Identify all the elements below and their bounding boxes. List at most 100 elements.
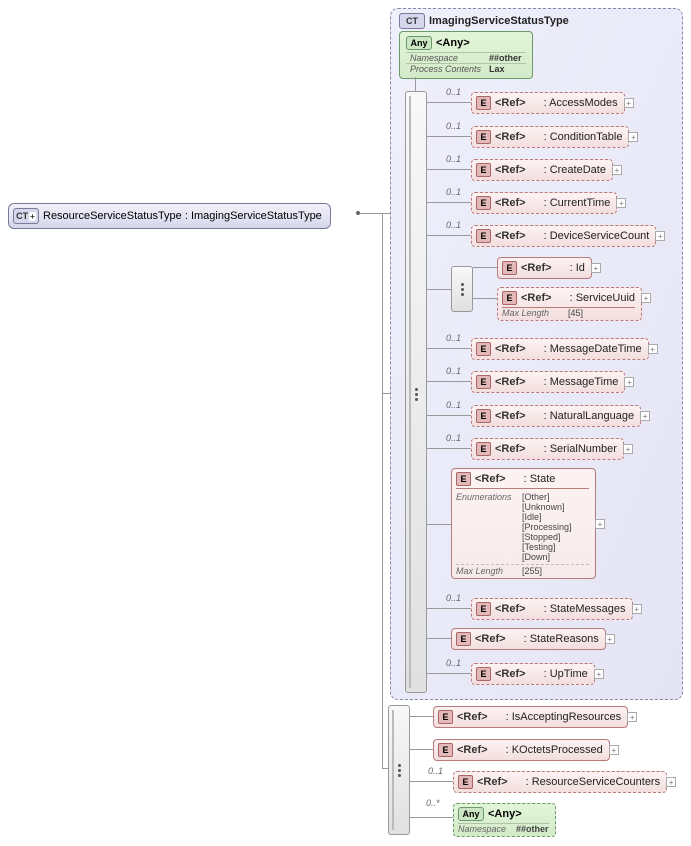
- element-badge-icon: E: [476, 96, 491, 110]
- element-badge-icon: E: [476, 163, 491, 177]
- container-title-text: ImagingServiceStatusType: [429, 15, 569, 27]
- connector-line: [427, 381, 471, 382]
- connector-line: [427, 415, 471, 416]
- connector-line: [382, 393, 390, 394]
- expand-toggle[interactable]: +: [591, 263, 601, 273]
- ref-currenttime: E <Ref> : CurrentTime +: [471, 192, 617, 214]
- cardinality: 0..1: [446, 154, 461, 164]
- expand-toggle[interactable]: +: [648, 344, 658, 354]
- ref-koctetsprocessed: E <Ref> : KOctetsProcessed +: [433, 739, 610, 761]
- sequence-box-bottom: [388, 705, 410, 835]
- expand-toggle[interactable]: +: [655, 231, 665, 241]
- ref-keyword: <Ref>: [495, 131, 526, 143]
- cardinality: 0..1: [446, 87, 461, 97]
- expand-toggle[interactable]: +: [623, 444, 633, 454]
- expand-toggle[interactable]: +: [594, 669, 604, 679]
- element-badge-icon: E: [502, 261, 517, 275]
- expand-toggle[interactable]: +: [624, 98, 634, 108]
- expand-toggle[interactable]: +: [612, 165, 622, 175]
- connector-line: [410, 817, 453, 818]
- ref-keyword: <Ref>: [495, 164, 526, 176]
- expand-toggle[interactable]: +: [624, 377, 634, 387]
- ref-resourceservicecounters: E <Ref> : ResourceServiceCounters +: [453, 771, 667, 793]
- ct-badge-icon: CT: [399, 13, 425, 29]
- connector-line: [427, 673, 471, 674]
- connector-line: [427, 608, 471, 609]
- element-badge-icon: E: [476, 229, 491, 243]
- expand-toggle[interactable]: +: [666, 777, 676, 787]
- ref-state: E <Ref> : State Enumerations [Other] [Un…: [451, 468, 596, 579]
- any-block-bottom: Any <Any> Namespace ##other: [453, 803, 556, 837]
- cardinality: 0..1: [446, 658, 461, 668]
- ref-keyword: <Ref>: [495, 376, 526, 388]
- ct-resource-service-status: CT+ ResourceServiceStatusType : ImagingS…: [8, 203, 331, 229]
- connector-line: [427, 289, 451, 290]
- ref-keyword: <Ref>: [495, 230, 526, 242]
- cardinality: 0..1: [446, 220, 461, 230]
- expand-toggle[interactable]: +: [605, 634, 615, 644]
- any-table: Namespace##other Process ContentsLax: [406, 52, 526, 74]
- cardinality: 0..1: [446, 187, 461, 197]
- element-badge-icon: E: [502, 291, 517, 305]
- ref-serviceuuid: E <Ref> : ServiceUuid Max Length [45] +: [497, 287, 642, 321]
- ref-keyword: <Ref>: [475, 473, 506, 485]
- element-badge-icon: E: [438, 743, 453, 757]
- ref-keyword: <Ref>: [477, 776, 508, 788]
- connector-line: [427, 102, 471, 103]
- choice-box: [451, 266, 473, 312]
- ref-isacceptingresources: E <Ref> : IsAcceptingResources +: [433, 706, 628, 728]
- sequence-box: [405, 91, 427, 693]
- any-badge-icon: Any: [458, 807, 484, 821]
- ref-keyword: <Ref>: [495, 603, 526, 615]
- ref-keyword: <Ref>: [521, 262, 552, 274]
- ref-keyword: <Ref>: [457, 744, 488, 756]
- connector-line: [427, 524, 451, 525]
- connector-line: [427, 169, 471, 170]
- connector-line: [382, 213, 383, 393]
- any-label: <Any>: [488, 808, 522, 820]
- ref-keyword: <Ref>: [457, 711, 488, 723]
- ref-keyword: <Ref>: [521, 292, 552, 304]
- expand-toggle[interactable]: +: [595, 519, 605, 529]
- ct-label: ResourceServiceStatusType : ImagingServi…: [43, 210, 322, 222]
- expand-toggle[interactable]: +: [632, 604, 642, 614]
- cardinality: 0..1: [446, 400, 461, 410]
- expand-toggle[interactable]: +: [628, 132, 638, 142]
- ref-naturallanguage: E <Ref> : NaturalLanguage +: [471, 405, 641, 427]
- container-title: CT ImagingServiceStatusType: [399, 11, 674, 33]
- ref-id: E <Ref> : Id +: [497, 257, 592, 279]
- diagram-root: CT + ResourceServiceStatusType : ImagingS…: [8, 8, 683, 838]
- ref-serialnumber: E <Ref> : SerialNumber +: [471, 438, 624, 460]
- element-badge-icon: E: [476, 409, 491, 423]
- connector-line: [415, 77, 416, 91]
- expand-toggle[interactable]: +: [641, 293, 651, 303]
- connector-line: [382, 393, 383, 768]
- connector-line: [410, 716, 433, 717]
- element-badge-icon: E: [456, 632, 471, 646]
- any-label: <Any>: [436, 37, 470, 49]
- connector-line: [427, 348, 471, 349]
- connector-line: [427, 136, 471, 137]
- element-badge-icon: E: [476, 375, 491, 389]
- any-badge-icon: Any: [406, 36, 432, 50]
- expand-toggle[interactable]: +: [616, 198, 626, 208]
- cardinality: 0..1: [446, 593, 461, 603]
- element-badge-icon: E: [476, 602, 491, 616]
- imaging-service-status-container: CT ImagingServiceStatusType Any <Any> Na…: [390, 8, 683, 700]
- ref-accessmodes: E <Ref> : AccessModes +: [471, 92, 625, 114]
- ref-messagedatetime: E <Ref> : MessageDateTime +: [471, 338, 649, 360]
- ref-statemessages: E <Ref> : StateMessages +: [471, 598, 633, 620]
- any-block: Any <Any> Namespace##other Process Conte…: [399, 31, 533, 79]
- ref-keyword: <Ref>: [495, 343, 526, 355]
- expand-toggle[interactable]: +: [640, 411, 650, 421]
- connector-line: [427, 235, 471, 236]
- element-badge-icon: E: [476, 196, 491, 210]
- element-badge-icon: E: [456, 472, 471, 486]
- connector-line: [427, 638, 451, 639]
- expand-toggle[interactable]: +: [609, 745, 619, 755]
- connector-line: [410, 781, 453, 782]
- expand-toggle[interactable]: +: [627, 712, 637, 722]
- connector-line: [427, 202, 471, 203]
- cardinality: 0..1: [446, 121, 461, 131]
- ref-keyword: <Ref>: [495, 97, 526, 109]
